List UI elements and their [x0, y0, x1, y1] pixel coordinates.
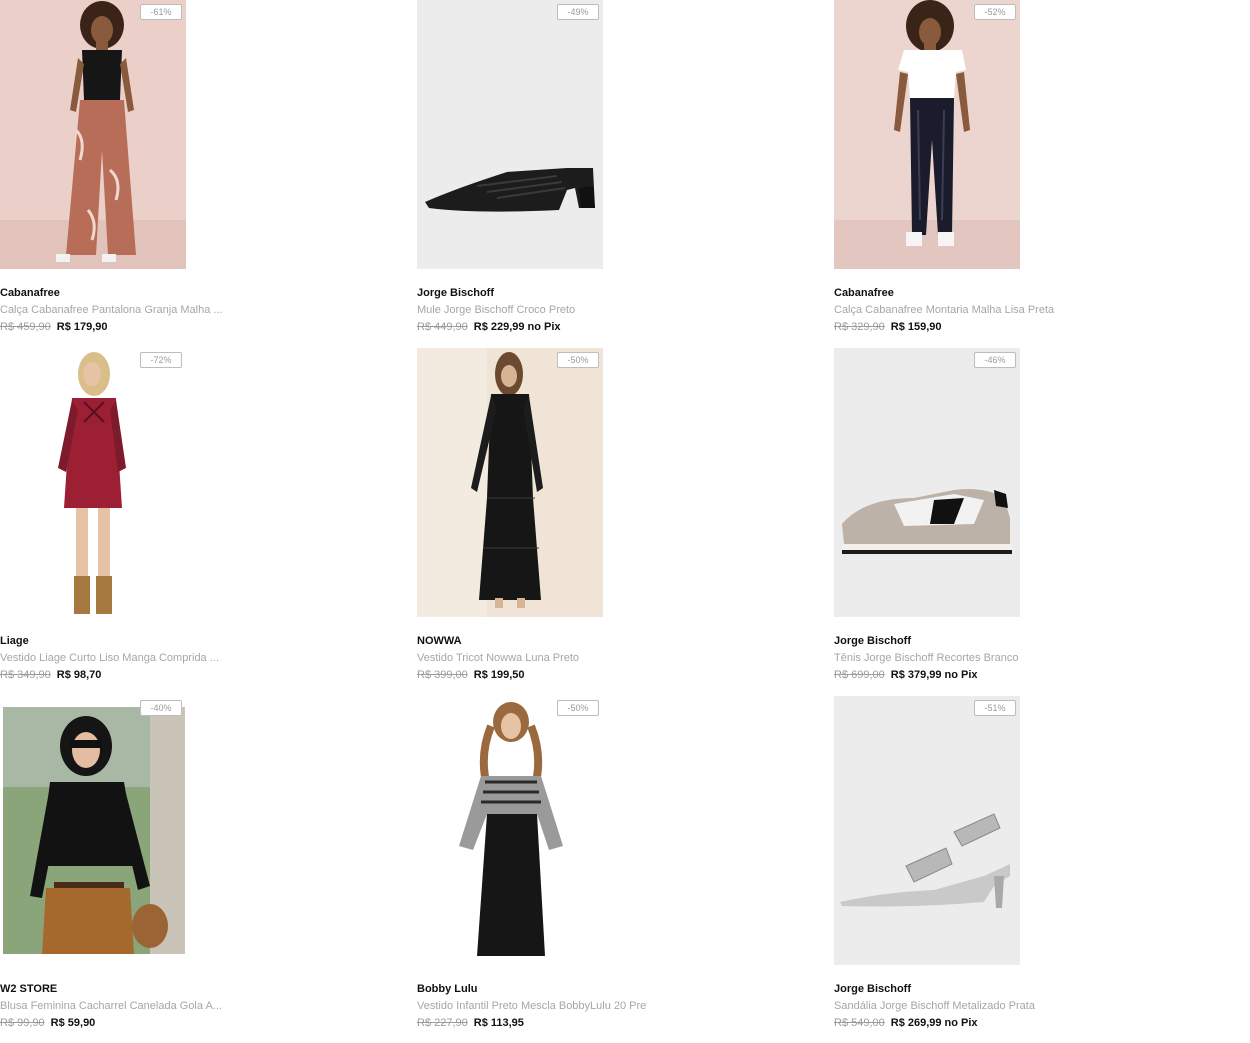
product-brand[interactable]: Bobby Lulu	[417, 983, 478, 995]
price-row: R$ 699,00 R$ 379,99 no Pix	[834, 669, 978, 681]
original-price: R$ 329,90	[834, 321, 885, 333]
price-row: R$ 459,90 R$ 179,90	[0, 321, 111, 333]
price-row: R$ 449,90 R$ 229,99 no Pix	[417, 321, 561, 333]
sale-price: R$ 59,90	[50, 1017, 96, 1029]
product-card[interactable]: -49% Jorge Bischoff Mule Jorge Bischoff …	[417, 0, 677, 340]
original-price: R$ 549,00	[834, 1017, 885, 1029]
sale-price: R$ 113,95	[473, 1017, 524, 1029]
product-name[interactable]: Blusa Feminina Cacharrel Canelada Gola A…	[0, 1000, 222, 1012]
discount-badge: -50%	[557, 352, 599, 368]
original-price: R$ 459,90	[0, 321, 51, 333]
product-image[interactable]	[0, 0, 186, 269]
product-image[interactable]	[417, 348, 603, 617]
discount-badge: -40%	[140, 700, 182, 716]
product-brand[interactable]: NOWWA	[417, 635, 462, 647]
product-name[interactable]: Calça Cabanafree Montaria Malha Lisa Pre…	[834, 304, 1054, 316]
product-image[interactable]	[0, 696, 186, 965]
original-price: R$ 449,90	[417, 321, 468, 333]
product-name[interactable]: Vestido Tricot Nowwa Luna Preto	[417, 652, 579, 664]
product-name[interactable]: Tênis Jorge Bischoff Recortes Branco	[834, 652, 1018, 664]
price-row: R$ 349,90 R$ 98,70	[0, 669, 104, 681]
product-brand[interactable]: Liage	[0, 635, 29, 647]
price-row: R$ 549,00 R$ 269,99 no Pix	[834, 1017, 978, 1029]
product-brand[interactable]: W2 STORE	[0, 983, 57, 995]
sale-price: R$ 159,90	[890, 321, 942, 333]
product-card[interactable]: -46% Jorge Bischoff Tênis Jorge Bischoff…	[834, 348, 1094, 688]
product-card[interactable]: -51% Jorge Bischoff Sandália Jorge Bisch…	[834, 696, 1094, 1036]
product-name[interactable]: Vestido Liage Curto Liso Manga Comprida …	[0, 652, 219, 664]
discount-badge: -51%	[974, 700, 1016, 716]
product-name[interactable]: Sandália Jorge Bischoff Metalizado Prata	[834, 1000, 1035, 1012]
sale-price: R$ 199,50	[473, 669, 525, 681]
sale-price: R$ 179,90	[56, 321, 108, 333]
product-brand[interactable]: Jorge Bischoff	[417, 287, 494, 299]
sale-price: R$ 98,70	[56, 669, 102, 681]
product-image[interactable]	[417, 0, 603, 269]
sale-price: R$ 229,99	[473, 321, 525, 333]
price-row: R$ 399,00 R$ 199,50	[417, 669, 528, 681]
product-card[interactable]: -50% NOWWA Vestido Tricot Nowwa Luna Pre…	[417, 348, 677, 688]
pix-label: no Pix	[944, 1017, 978, 1029]
product-image[interactable]	[417, 696, 603, 965]
product-image[interactable]	[0, 348, 186, 617]
product-image[interactable]	[834, 696, 1020, 965]
pix-label: no Pix	[944, 669, 978, 681]
product-name[interactable]: Mule Jorge Bischoff Croco Preto	[417, 304, 575, 316]
product-grid: -61% Cabanafree Calça Cabanafree Pantalo…	[0, 0, 1250, 1043]
product-card[interactable]: -72% Liage Vestido Liage Curto Liso Mang…	[0, 348, 260, 688]
original-price: R$ 349,90	[0, 669, 51, 681]
price-row: R$ 329,90 R$ 159,90	[834, 321, 945, 333]
price-row: R$ 99,90 R$ 59,90	[0, 1017, 98, 1029]
original-price: R$ 699,00	[834, 669, 885, 681]
sale-price: R$ 269,99	[890, 1017, 942, 1029]
product-brand[interactable]: Jorge Bischoff	[834, 635, 911, 647]
price-row: R$ 227,90 R$ 113,95	[417, 1017, 527, 1029]
product-brand[interactable]: Cabanafree	[834, 287, 894, 299]
original-price: R$ 399,00	[417, 669, 468, 681]
discount-badge: -46%	[974, 352, 1016, 368]
original-price: R$ 227,90	[417, 1017, 468, 1029]
product-card[interactable]: -61% Cabanafree Calça Cabanafree Pantalo…	[0, 0, 260, 340]
sale-price: R$ 379,99	[890, 669, 942, 681]
product-name[interactable]: Vestido Infantil Preto Mescla BobbyLulu …	[417, 1000, 647, 1012]
original-price: R$ 99,90	[0, 1017, 45, 1029]
discount-badge: -49%	[557, 4, 599, 20]
discount-badge: -52%	[974, 4, 1016, 20]
discount-badge: -61%	[140, 4, 182, 20]
product-image[interactable]	[834, 348, 1020, 617]
product-brand[interactable]: Jorge Bischoff	[834, 983, 911, 995]
pix-label: no Pix	[527, 321, 561, 333]
product-name[interactable]: Calça Cabanafree Pantalona Granja Malha …	[0, 304, 223, 316]
product-card[interactable]: -52% Cabanafree Calça Cabanafree Montari…	[834, 0, 1094, 340]
product-card[interactable]: -50% Bobby Lulu Vestido Infantil Preto M…	[417, 696, 677, 1036]
product-image[interactable]	[834, 0, 1020, 269]
product-card[interactable]: -40% W2 STORE Blusa Feminina Cacharrel C…	[0, 696, 260, 1036]
discount-badge: -72%	[140, 352, 182, 368]
discount-badge: -50%	[557, 700, 599, 716]
product-brand[interactable]: Cabanafree	[0, 287, 60, 299]
